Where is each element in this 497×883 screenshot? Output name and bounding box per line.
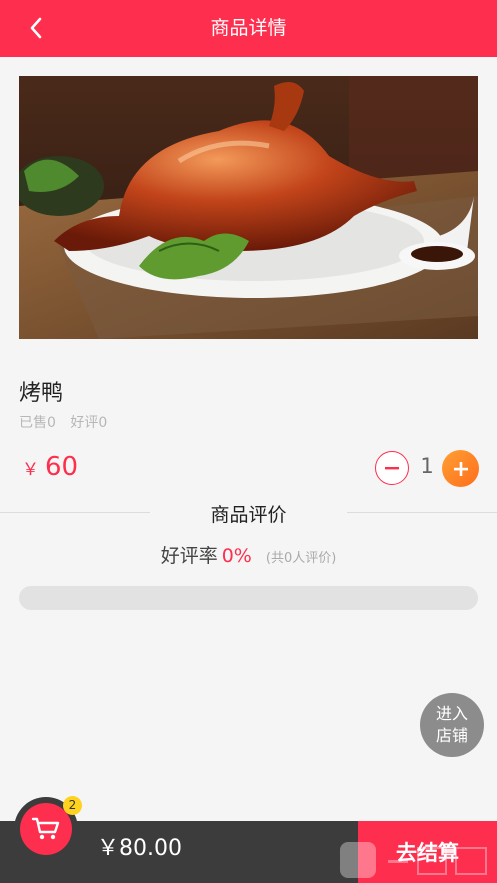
- quantity-value: 1: [420, 454, 434, 478]
- reviews-section-title: 商品评价: [210, 504, 287, 526]
- decrease-quantity-button[interactable]: [375, 451, 409, 485]
- price: ￥ 60: [22, 452, 78, 482]
- product-name: 烤鸭: [19, 381, 64, 406]
- rating-percent: 0%: [221, 545, 252, 567]
- page-title: 商品详情: [210, 17, 287, 39]
- plus-icon: [453, 461, 468, 476]
- sold-count: 已售0: [19, 415, 56, 431]
- review-count: (共0人评价): [265, 551, 337, 566]
- price-value: 60: [45, 452, 79, 482]
- increase-quantity-button[interactable]: [442, 450, 479, 487]
- quantity-stepper: 1: [375, 450, 480, 488]
- roast-duck-illustration: [19, 76, 478, 339]
- shop-button-line2: 店铺: [435, 726, 468, 745]
- product-meta: 已售0 好评0: [19, 412, 117, 432]
- currency-symbol: ￥: [22, 460, 39, 480]
- enter-shop-button[interactable]: 进入 店铺: [420, 693, 484, 757]
- cart-total: ￥80.00: [97, 836, 182, 861]
- cart-badge: 2: [63, 796, 82, 815]
- rating-summary: 好评率 0% (共0人评价): [0, 541, 497, 568]
- product-image: [19, 76, 478, 339]
- shopping-cart-icon: [31, 817, 60, 840]
- rating-progress-bar: [19, 586, 478, 610]
- rating-label: 好评率: [160, 545, 218, 567]
- shop-button-line1: 进入: [435, 704, 468, 723]
- good-review-count: 好评0: [70, 415, 108, 431]
- top-bar: 商品详情: [0, 0, 497, 57]
- watermark-logo: [340, 842, 487, 878]
- minus-icon: [385, 467, 399, 470]
